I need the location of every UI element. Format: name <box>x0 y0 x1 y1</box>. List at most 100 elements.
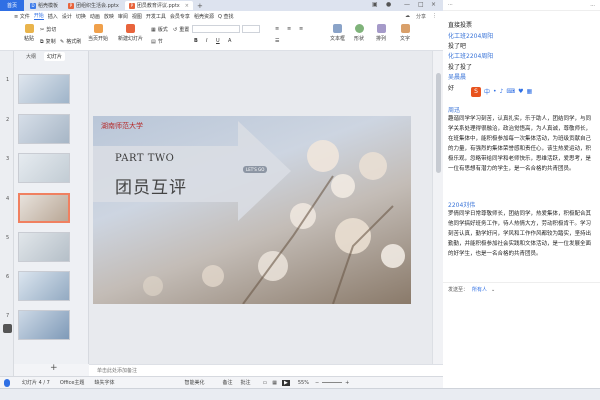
slide-thumb-2[interactable] <box>18 114 70 144</box>
zoom-in-icon[interactable]: + <box>345 380 349 386</box>
notes-area[interactable]: 单击此处添加备注 <box>89 364 443 376</box>
ime-punct-icon[interactable]: • <box>493 88 497 95</box>
theme-label[interactable]: Office主题 <box>60 379 85 386</box>
tab-label: 团员教育评议.pptx <box>136 3 180 9</box>
ime-keyboard-icon[interactable]: ⌨ <box>506 88 515 95</box>
copy-button[interactable]: ⧉ 复制 <box>40 38 56 46</box>
mic-icon[interactable] <box>4 378 10 387</box>
cut-button[interactable]: ✂ 剪切 <box>40 26 56 34</box>
tab-outline[interactable]: 大纲 <box>26 53 36 60</box>
menu-docer[interactable]: 稻壳资源 <box>194 13 214 20</box>
bold-button[interactable]: B <box>194 38 198 44</box>
sorter-view-icon[interactable]: ▦ <box>272 380 277 386</box>
play-slideshow-icon[interactable]: ▶ <box>281 379 290 386</box>
minimize-icon[interactable]: — <box>404 1 410 8</box>
paste-button[interactable]: 粘贴 <box>24 24 34 42</box>
current-slide[interactable]: 湖南师范大学 PART TWO 团员互评 LET'S GO <box>93 116 411 304</box>
slide-thumb-4[interactable] <box>18 193 70 223</box>
missing-font-button[interactable]: 缺失字体 <box>94 379 114 386</box>
play-from-current-button[interactable]: 当页开始 <box>88 24 108 42</box>
chat-sender[interactable]: 周迅 <box>448 105 460 114</box>
slide-thumb-6[interactable] <box>18 271 70 301</box>
chat-sender[interactable]: 化工班2204周阳 <box>448 51 493 60</box>
normal-view-icon[interactable]: ▭ <box>263 380 268 386</box>
layout-icon[interactable]: ▣ <box>372 1 378 8</box>
font-size-combo[interactable] <box>242 25 260 33</box>
chat-input[interactable] <box>448 298 595 368</box>
tab-docer[interactable]: D 稻壳模板 <box>26 1 62 10</box>
menu-developer[interactable]: 开发工具 <box>146 13 166 20</box>
menu-slideshow[interactable]: 放映 <box>104 13 114 20</box>
chat-more[interactable]: ... <box>590 2 595 8</box>
slide-thumb-3[interactable] <box>18 153 70 183</box>
tab-slides[interactable]: 幻灯片 <box>44 52 66 61</box>
menu-search[interactable]: Q 查找 <box>218 13 234 20</box>
pptx-icon: P <box>68 2 75 9</box>
format-painter-button[interactable]: ✎ 格式刷 <box>60 38 81 46</box>
slide-title[interactable]: 团员互评 <box>115 173 187 198</box>
textbox-button[interactable]: 文本框 <box>330 24 345 42</box>
menu-home[interactable]: 开始 <box>33 12 44 20</box>
align-center-icon[interactable]: ≡ <box>287 26 291 32</box>
tab-meeting-pptx[interactable]: P 团组织生活会.pptx <box>64 1 123 10</box>
tab-evaluation-pptx[interactable]: P 团员教育评议.pptx × <box>124 1 193 10</box>
menu-transition[interactable]: 切换 <box>76 13 86 20</box>
section-button[interactable]: ▤ 节 <box>151 38 163 46</box>
vertical-scrollbar[interactable] <box>432 51 443 364</box>
zoom-level[interactable]: 55% <box>298 380 309 386</box>
slide-thumb-1[interactable] <box>18 74 70 104</box>
zoom-slider[interactable] <box>322 382 343 383</box>
tab-home[interactable]: 首页 <box>0 0 24 11</box>
assistant-icon[interactable] <box>3 324 12 333</box>
layout-button[interactable]: ▦ 版式 <box>151 26 168 34</box>
align-right-icon[interactable]: ≡ <box>299 26 303 32</box>
cloud-icon[interactable]: ☁ <box>405 13 410 20</box>
font-name-combo[interactable] <box>192 25 240 33</box>
menu-animation[interactable]: 动画 <box>90 13 100 20</box>
list-icon[interactable]: ☰ <box>275 38 279 44</box>
share-button[interactable]: 分享 <box>416 13 426 20</box>
menu-file[interactable]: ≡ 文件 <box>14 13 30 20</box>
menu-review[interactable]: 审阅 <box>118 13 128 20</box>
chat-sender[interactable]: 化工班2204周阳 <box>448 31 493 40</box>
underline-icon[interactable]: U <box>216 38 220 44</box>
chevron-down-icon[interactable]: ⌄ <box>491 287 495 293</box>
ime-mode[interactable]: 中 <box>484 87 490 96</box>
ime-grid-icon[interactable]: ▦ <box>526 88 532 95</box>
chat-menu-icon[interactable]: ⋯ <box>448 2 453 8</box>
slide-thumb-5[interactable] <box>18 232 70 262</box>
avatar[interactable]: ● <box>386 1 391 8</box>
comment-button[interactable]: 批注 <box>240 379 250 386</box>
menu-view[interactable]: 视图 <box>132 13 142 20</box>
send-target-select[interactable]: 所有人 <box>472 286 487 293</box>
slide-part-label[interactable]: PART TWO <box>115 153 174 164</box>
close-window-icon[interactable]: × <box>431 1 436 8</box>
ime-toolbar[interactable]: S 中 • ♪ ⌨ ♥ ▦ <box>471 86 532 97</box>
notes-toggle-button[interactable]: 备注 <box>222 379 232 386</box>
align-left-icon[interactable]: ≡ <box>275 26 279 32</box>
menu-member[interactable]: 会员专享 <box>170 13 190 20</box>
more-icon[interactable]: ⋮ <box>432 13 437 20</box>
chat-sender[interactable]: 2204刘伟 <box>448 200 475 209</box>
wordart-button[interactable]: 文字 <box>400 24 410 42</box>
play-icon <box>93 24 103 33</box>
ime-skin-icon[interactable]: ♥ <box>518 88 523 95</box>
arrange-button[interactable]: 排列 <box>376 24 386 42</box>
smart-beautify-button[interactable]: 智能美化 <box>184 379 204 386</box>
ime-mic-icon[interactable]: ♪ <box>500 88 504 95</box>
new-tab-icon[interactable]: + <box>197 2 203 10</box>
italic-icon[interactable]: I <box>206 38 207 44</box>
menu-insert[interactable]: 插入 <box>48 13 58 20</box>
zoom-out-icon[interactable]: − <box>315 380 319 386</box>
new-slide-button[interactable]: 新建幻灯片 <box>118 24 143 42</box>
font-color-icon[interactable]: A <box>228 38 231 44</box>
reset-button[interactable]: ↺ 重置 <box>173 26 189 34</box>
chat-sender[interactable]: 吴晨晨 <box>448 72 466 81</box>
close-tab-icon[interactable]: × <box>185 3 189 9</box>
scrollbar-thumb[interactable] <box>436 73 441 173</box>
maximize-icon[interactable]: □ <box>418 1 424 8</box>
slide-thumb-7[interactable] <box>18 310 70 340</box>
add-slide-button[interactable]: + <box>50 363 58 373</box>
shape-button[interactable]: 形状 <box>354 24 364 42</box>
menu-design[interactable]: 设计 <box>62 13 72 20</box>
